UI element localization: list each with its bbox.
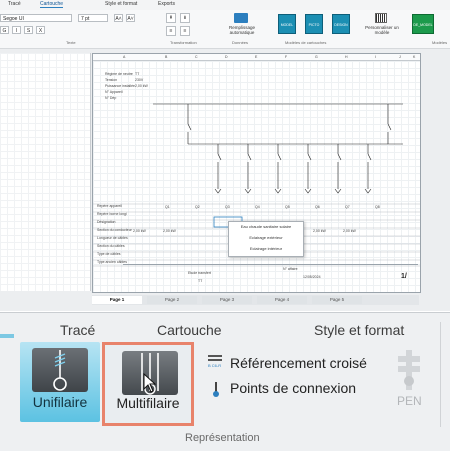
cell-q8: Q8 xyxy=(375,205,380,209)
sheet-neighbor xyxy=(0,53,91,291)
zoom-tab-style-format[interactable]: Style et format xyxy=(314,322,404,338)
unifilaire-label: Unifilaire xyxy=(32,394,88,410)
cartouche-sub: TT xyxy=(198,279,203,283)
page-tab-4[interactable]: Page 4 xyxy=(257,296,307,304)
unifilaire-button[interactable]: Unifilaire xyxy=(20,342,100,422)
power-5: 2,00 kW xyxy=(313,229,326,233)
connection-points-icon xyxy=(210,382,224,397)
cell-q2: Q2 xyxy=(195,205,200,209)
underline-button[interactable]: S xyxy=(24,26,33,34)
page-tab-2[interactable]: Page 2 xyxy=(147,296,197,304)
rep-label-6: Type de câbles xyxy=(97,252,121,256)
cartouche-date: 12/05/2024 xyxy=(303,275,321,279)
power-2: 2,00 kW xyxy=(163,229,176,233)
left-accent-bar xyxy=(0,334,14,338)
page-tab-3[interactable]: Page 3 xyxy=(202,296,252,304)
grow-font-button[interactable]: A˄ xyxy=(114,14,123,22)
tab-exports[interactable]: Exports xyxy=(158,1,175,7)
tab-style-format[interactable]: Style et format xyxy=(105,1,137,7)
tab-cartouche[interactable]: Cartouche xyxy=(40,1,64,8)
auto-fill-icon[interactable] xyxy=(234,13,248,23)
pen-button[interactable]: PEN xyxy=(397,394,422,408)
ref-croise-button[interactable]: Référencement croisé xyxy=(230,355,367,371)
template-de-model[interactable]: DE_MODEL xyxy=(412,14,434,34)
power-1: 2,00 kW xyxy=(133,229,146,233)
mouse-cursor-icon xyxy=(143,373,157,393)
menu-item-eau-chaude[interactable]: Eau chaude sanitaire solaire xyxy=(229,224,303,229)
template-model[interactable]: MODEL xyxy=(278,14,296,34)
personnaliser-button[interactable]: Personnaliser un modèle xyxy=(362,25,402,35)
page-tab-bar: Page 1 Page 2 Page 3 Page 4 Page 5 xyxy=(92,295,419,305)
power-6: 2,00 kW xyxy=(343,229,356,233)
template-design[interactable]: DESIGN xyxy=(332,14,350,34)
cell-q3: Q3 xyxy=(225,205,230,209)
template-picto[interactable]: PICTO xyxy=(305,14,323,34)
page-tab-5[interactable]: Page 5 xyxy=(312,296,362,304)
cartouche-date-label: N° affaire xyxy=(283,267,298,271)
tab-trace[interactable]: Tracé xyxy=(8,1,21,7)
zoom-tab-cartouche[interactable]: Cartouche xyxy=(157,322,222,338)
rep-label-0: Repère appareil xyxy=(97,204,122,208)
rep-label-4: Longueur de câbles xyxy=(97,236,128,240)
rep-label-1: Repère borne longi xyxy=(97,212,127,216)
cartouche-folio: 1/ xyxy=(401,273,407,280)
single-line-icon xyxy=(32,348,88,392)
cross-reference-icon: B C6-R xyxy=(208,354,224,368)
points-connexion-button[interactable]: Points de connexion xyxy=(230,380,356,396)
multifilaire-button[interactable]: Multifilaire xyxy=(102,342,194,426)
strike-button[interactable]: X xyxy=(36,26,45,34)
font-family-select[interactable]: Segoe UI xyxy=(0,14,72,22)
ribbon-toolbar: Segoe UI 7 pt A˄ A˅ G I S X Texte ⇞ ⇟ ≡ … xyxy=(0,10,450,49)
menu-item-eclairage-exterieur[interactable]: Eclairage extérieur xyxy=(229,235,303,240)
group-label-transformation: Transformation xyxy=(170,40,197,45)
align-left-icon[interactable]: ≡ xyxy=(166,26,176,36)
rep-label-5: Section du câbles xyxy=(97,244,125,248)
ribbon-tab-bar: Tracé Cartouche Style et format Exports xyxy=(0,0,450,10)
cell-q1: Q1 xyxy=(165,205,170,209)
italic-button[interactable]: I xyxy=(12,26,21,34)
align-right-icon[interactable]: ≡ xyxy=(180,26,190,36)
context-menu: Eau chaude sanitaire solaire Eclairage e… xyxy=(228,221,304,257)
barcode-icon[interactable] xyxy=(375,13,387,23)
group-label-modeles: Modèles de cartouches xyxy=(285,40,327,45)
page-tab-1[interactable]: Page 1 xyxy=(92,296,142,304)
align-bottom-icon[interactable]: ⇟ xyxy=(180,13,190,23)
schematic-sheet[interactable]: A B C D E F G H I J K Régime de neutre T… xyxy=(92,53,421,293)
rep-label-3: Section du conducteur xyxy=(97,228,132,232)
group-label-texte: Texte xyxy=(66,40,76,45)
group-label-donnees: Données xyxy=(232,40,249,45)
rep-label-2: Désignation xyxy=(97,220,116,224)
cell-q7: Q7 xyxy=(345,205,350,209)
bold-button[interactable]: G xyxy=(0,26,9,34)
group-label-modeles2: Modèles xyxy=(432,40,448,45)
cartouche-block: Etude transfert TT N° affaire 12/05/2024… xyxy=(123,264,418,291)
align-top-icon[interactable]: ⇞ xyxy=(166,13,176,23)
representation-group-label: Représentation xyxy=(185,432,260,444)
menu-item-eclairage-interieur[interactable]: Eclairage intérieur xyxy=(229,246,303,251)
font-size-select[interactable]: 7 pt xyxy=(78,14,108,22)
cell-q5: Q5 xyxy=(285,205,290,209)
remplissage-button[interactable]: Remplissage automatique xyxy=(222,25,262,35)
zoom-tab-trace[interactable]: Tracé xyxy=(60,322,95,338)
cell-q4: Q4 xyxy=(255,205,260,209)
cartouche-title: Etude transfert xyxy=(188,271,211,275)
pen-icon xyxy=(398,350,420,390)
multifilaire-label: Multifilaire xyxy=(116,395,180,411)
cell-q6: Q6 xyxy=(315,205,320,209)
group-divider xyxy=(440,322,441,427)
shrink-font-button[interactable]: A˅ xyxy=(126,14,135,22)
